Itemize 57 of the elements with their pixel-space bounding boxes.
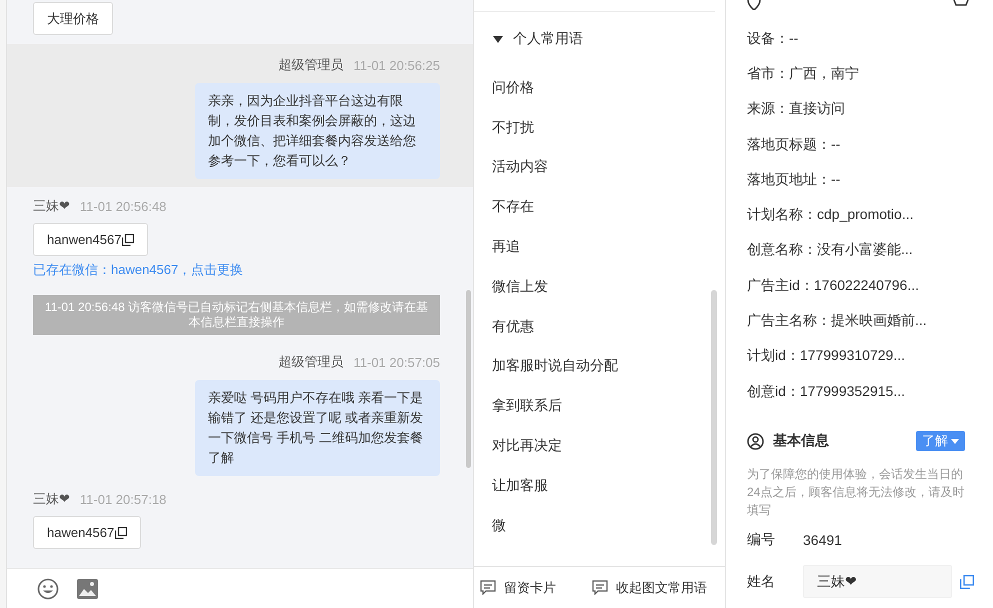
name-field[interactable]: 三妹❤ [803,565,952,598]
phrase-group-header[interactable]: 个人常用语 [474,12,725,52]
phrase-item[interactable]: 微信上发 [474,266,725,307]
message-card: 大理价格 [33,2,113,35]
phrase-item[interactable]: 对比再决定 [474,426,725,466]
field-label: 姓名 [747,572,776,591]
phrase-item[interactable]: 微 [474,506,725,546]
emoji-icon[interactable] [37,578,59,600]
card-text: hanwen4567 [47,232,122,247]
section-title: 基本信息 [773,432,829,450]
source-field: 广告主id：176022240796... [747,268,993,304]
phrase-item[interactable]: 活动内容 [474,148,725,188]
source-field: 落地页标题：-- [747,126,993,162]
phrase-item[interactable]: 问价格 [474,68,725,108]
phrase-action[interactable]: 收起图文常用语 [586,578,713,598]
field-label: 编号 [747,531,776,550]
message-bubble: 亲亲，因为企业抖音平台这边有限制，发价目表和案例会屏蔽的，这边加个微信、把详细套餐内容发送给您参考一下，您看可以么？ [195,83,440,179]
sender-name: 超级管理员 [278,353,344,371]
source-field: 创意名称：没有小富婆能... [747,232,993,268]
scrollbar[interactable] [711,290,717,545]
phrase-item[interactable]: 再追 [474,227,725,267]
phrase-action[interactable]: 留资卡片 [474,578,562,598]
field-value: 36491 [803,532,842,548]
source-field: 计划id：177999310729... [747,338,993,374]
message-time: 11-01 20:57:05 [354,354,440,370]
source-field: 来源：直接访问 [747,92,993,127]
info-note: 为了保障您的使用体验，会话发生当日的24点之后，顾客信息将无法修改，请及时填写 [747,466,966,520]
message-time: 11-01 20:56:48 [80,198,166,214]
phrase-item[interactable]: 有优惠 [474,306,725,347]
copy-icon[interactable] [115,526,128,538]
image-icon[interactable] [77,578,98,598]
source-field: 省市：广西，南宁 [747,56,993,92]
comment-icon [592,580,608,595]
phrase-item[interactable]: 加客服时说自动分配 [474,346,725,386]
user-icon [747,432,764,450]
phrase-item[interactable]: 不存在 [474,187,725,228]
sender-name: 超级管理员 [278,56,344,74]
source-field: 广告主名称：提米映画婚前... [747,303,993,339]
sender-name: 三妹❤ [33,490,70,508]
copy-icon[interactable] [122,234,134,246]
message-bubble: 亲爱哒 号码用户不存在哦 亲看一下是输错了 还是您设置了呢 或者亲重新发一下微信号 手机号 二维码加您发套餐了解 [195,380,440,476]
sender-name: 三妹❤ [33,197,70,215]
source-field: 设备：-- [747,21,993,56]
phrase-item[interactable]: 拿到联系后 [474,386,725,426]
caret-icon [951,438,959,444]
source-field: 落地页地址：-- [747,162,993,198]
message-time: 11-01 20:56:25 [354,58,440,72]
caret-icon [493,36,503,42]
source-field: 计划名称：cdp_promotio... [747,197,993,233]
phrase-item[interactable]: 不打扰 [474,108,725,148]
comment-icon [480,580,496,595]
phrase-item[interactable]: 让加客服 [474,466,725,506]
system-notice: 11-01 20:56:48 访客微信号已自动标记右侧基本信息栏，如需修改请在基本信息栏直接操作 [33,295,440,335]
card-text: hawen4567 [47,525,114,540]
message-time: 11-01 20:57:18 [80,492,166,506]
scrollbar[interactable] [466,290,471,468]
source-field: 创意id：177999352915... [747,374,993,410]
